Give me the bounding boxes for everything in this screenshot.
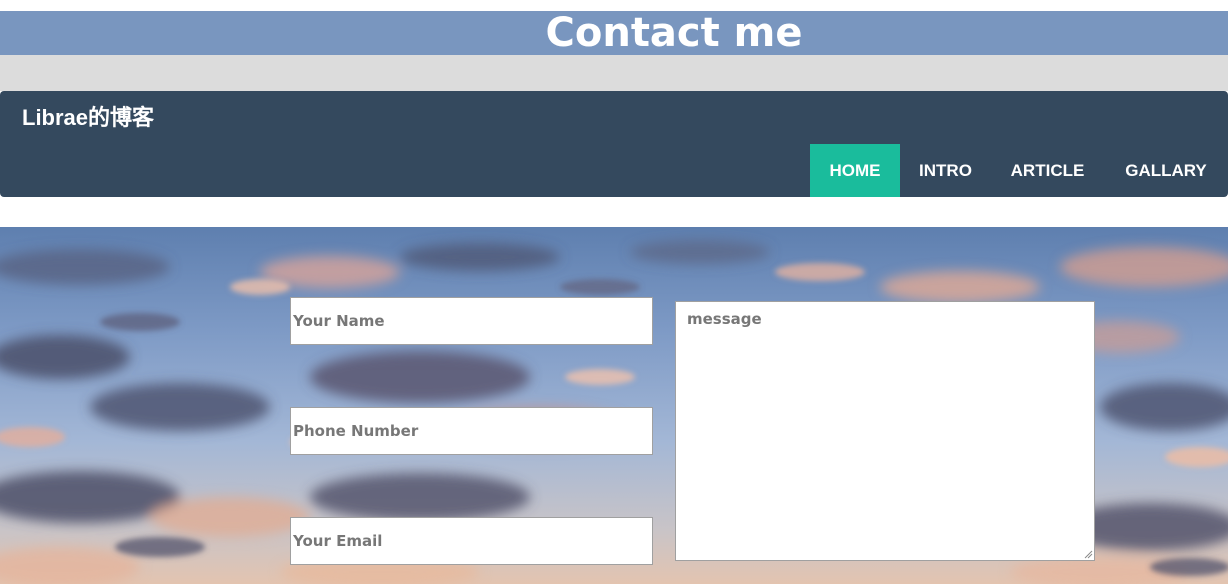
page-title: Contact me <box>545 10 803 56</box>
phone-field-placeholder: Phone Number <box>293 422 419 440</box>
nav-item-home[interactable]: HOME <box>810 144 900 197</box>
name-field-placeholder: Your Name <box>293 312 385 330</box>
message-textarea[interactable]: message <box>675 301 1095 561</box>
phone-field[interactable]: Phone Number <box>290 407 653 455</box>
message-placeholder: message <box>687 310 762 328</box>
contact-page: Contact me Librae的博客 HOME INTRO ARTICLE … <box>0 0 1228 584</box>
resize-grip-icon[interactable] <box>1083 549 1093 559</box>
nav-item-article[interactable]: ARTICLE <box>991 144 1104 197</box>
nav-menu: HOME INTRO ARTICLE GALLARY <box>810 144 1228 197</box>
email-field[interactable]: Your Email <box>290 517 653 565</box>
email-field-placeholder: Your Email <box>293 532 383 550</box>
nav-item-intro[interactable]: INTRO <box>900 144 991 197</box>
navbar: Librae的博客 HOME INTRO ARTICLE GALLARY <box>0 91 1228 197</box>
brand-link[interactable]: Librae的博客 <box>22 104 154 132</box>
nav-item-gallary[interactable]: GALLARY <box>1104 144 1228 197</box>
title-bar: Contact me <box>0 11 1228 55</box>
name-field[interactable]: Your Name <box>290 297 653 345</box>
header-divider-strip <box>0 55 1228 91</box>
